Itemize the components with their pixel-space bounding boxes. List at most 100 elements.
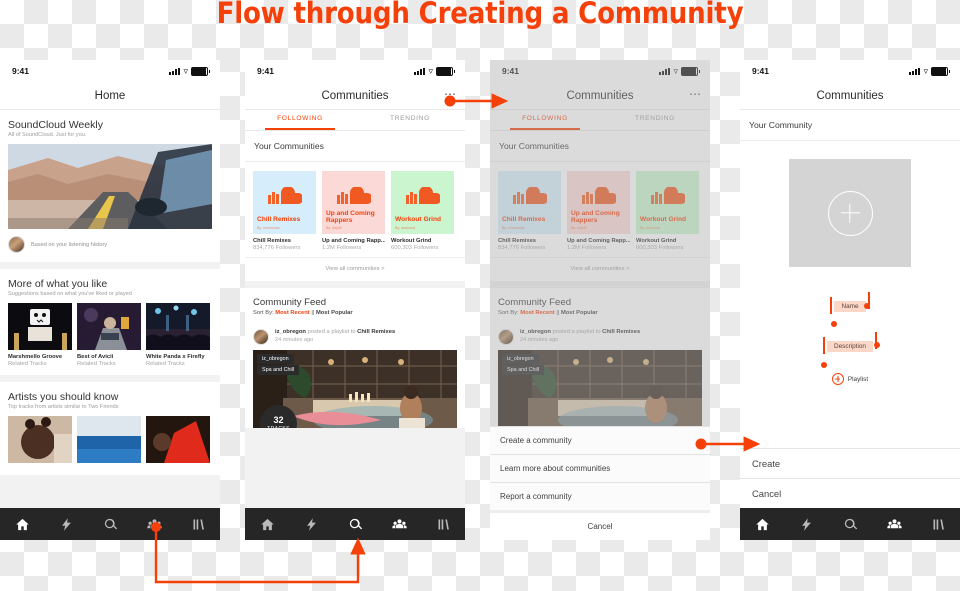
tab-search[interactable] bbox=[333, 517, 377, 532]
community-tile[interactable]: Up and Coming Rappers By: deji49 bbox=[567, 171, 630, 234]
signal-icon bbox=[659, 67, 671, 75]
community-feed-header: Community Feed bbox=[253, 297, 327, 308]
section-heading: SoundCloud Weekly bbox=[8, 119, 103, 131]
communities-scroll[interactable]: Your Communities Chill Remixes By: river… bbox=[245, 131, 465, 540]
tab-home[interactable] bbox=[740, 517, 784, 532]
community-image-placeholder[interactable] bbox=[789, 159, 911, 267]
community-card[interactable]: Up and Coming Rappers By: deji49 Up and … bbox=[322, 171, 385, 251]
list-item[interactable]: Marshmello Groove Related Tracks bbox=[8, 303, 72, 367]
tile-name: Workout Grind bbox=[395, 216, 442, 224]
view-all-communities-link[interactable]: View all communities > bbox=[245, 257, 465, 281]
tab-home[interactable] bbox=[245, 517, 289, 532]
plus-icon bbox=[827, 190, 873, 236]
tab-search[interactable] bbox=[88, 517, 132, 532]
nav-title-home: Home bbox=[0, 82, 220, 110]
feed-post-header[interactable]: iz_obregon posted a playlist to Chill Re… bbox=[490, 323, 710, 350]
hero-image-desert-road[interactable] bbox=[8, 144, 212, 229]
overflow-menu-icon[interactable]: ⋯ bbox=[444, 88, 457, 100]
artwork-avicii bbox=[77, 303, 141, 350]
community-card[interactable]: Chill Remixes By: riverscurls Chill Remi… bbox=[498, 171, 561, 251]
wifi-icon: ▿ bbox=[428, 65, 433, 76]
sort-option-active[interactable]: Most Recent bbox=[275, 310, 309, 316]
post-target[interactable]: Chill Remixes bbox=[357, 329, 395, 335]
card-your-communities: Your Communities Chill Remixes By: river… bbox=[245, 131, 465, 281]
tab-community[interactable] bbox=[377, 517, 421, 532]
field-name-label: Name bbox=[830, 292, 870, 314]
feed-post-header[interactable]: iz_obregon posted a playlist to Chill Re… bbox=[245, 323, 465, 350]
community-card[interactable]: Workout Grind By: ammond Workout Grind 6… bbox=[391, 171, 454, 251]
item-title: White Panda x Firefly bbox=[146, 354, 205, 360]
home-scroll[interactable]: SoundCloud Weekly All of SoundCloud. Jus… bbox=[0, 110, 220, 540]
tab-library[interactable] bbox=[421, 517, 465, 532]
community-followers: 600,303 Followers bbox=[636, 245, 684, 251]
post-line: iz_obregon posted a playlist to Chill Re… bbox=[275, 329, 395, 335]
plus-circle-icon bbox=[831, 373, 844, 385]
field-name[interactable]: Name bbox=[740, 292, 960, 314]
community-tile[interactable]: Chill Remixes By: riverscurls bbox=[253, 171, 316, 234]
tab-following[interactable]: FOLLOWING bbox=[245, 110, 355, 130]
item-title: Marshmello Groove bbox=[8, 354, 63, 360]
card-artists-you-should-know[interactable]: Artists you should know Top tracks from … bbox=[0, 382, 220, 475]
view-all-communities-link[interactable]: View all communities > bbox=[490, 257, 710, 281]
list-item[interactable] bbox=[8, 416, 72, 467]
tab-home[interactable] bbox=[0, 517, 44, 532]
community-card[interactable]: Chill Remixes By: riverscurls Chill Remi… bbox=[253, 171, 316, 251]
sheet-item-cancel[interactable]: Cancel bbox=[490, 510, 710, 540]
sheet-item-create-community[interactable]: Create a community bbox=[490, 426, 710, 454]
field-description-label: Description bbox=[823, 332, 877, 354]
community-card[interactable]: Workout Grind By: ammond Workout Grind 6… bbox=[636, 171, 699, 251]
tab-feed[interactable] bbox=[44, 517, 88, 532]
community-followers: 1.2M Followers bbox=[322, 245, 362, 251]
post-target[interactable]: Chill Remixes bbox=[602, 329, 640, 335]
card-more-of-what-you-like[interactable]: More of what you like Suggestions based … bbox=[0, 269, 220, 375]
tile-byline: By: riverscurls bbox=[257, 226, 280, 230]
tab-community[interactable] bbox=[132, 517, 176, 532]
wifi-icon: ▿ bbox=[923, 65, 928, 76]
list-item[interactable] bbox=[146, 416, 210, 467]
list-item[interactable]: White Panda x Firefly Related Tracks bbox=[146, 303, 210, 367]
sort-by-row[interactable]: Sort By: Most Recent || Most Popular bbox=[245, 308, 465, 323]
overflow-menu-icon[interactable]: ⋯ bbox=[689, 88, 702, 100]
tab-trending[interactable]: TRENDING bbox=[355, 110, 465, 130]
post-artwork[interactable]: iz_obregon Spa and Chill bbox=[498, 350, 702, 428]
sort-option-active[interactable]: Most Recent bbox=[520, 310, 554, 316]
sheet-item-learn-more[interactable]: Learn more about communities bbox=[490, 454, 710, 482]
action-sheet: Create a community Learn more about comm… bbox=[490, 426, 710, 540]
tab-search[interactable] bbox=[828, 517, 872, 532]
community-tile[interactable]: Up and Coming Rappers By: deji49 bbox=[322, 171, 385, 234]
post-artwork[interactable]: iz_obregon Spa and Chill 32 TRACKS bbox=[253, 350, 457, 428]
community-tile[interactable]: Workout Grind By: ammond bbox=[391, 171, 454, 234]
cancel-button[interactable]: Cancel bbox=[740, 478, 960, 508]
artwork-artist-3 bbox=[146, 416, 210, 463]
search-icon bbox=[104, 518, 117, 529]
list-item[interactable]: Best of Avicii Related Tracks bbox=[77, 303, 141, 367]
page-title: Flow through Creating a Community bbox=[216, 0, 744, 30]
tab-library[interactable] bbox=[176, 517, 220, 532]
byline-text: Based on your listening history bbox=[31, 241, 108, 248]
tab-community[interactable] bbox=[872, 517, 916, 532]
post-user[interactable]: iz_obregon bbox=[275, 329, 306, 335]
add-playlist-row[interactable]: Playlist bbox=[740, 373, 960, 385]
community-tile[interactable]: Chill Remixes By: riverscurls bbox=[498, 171, 561, 234]
community-tile[interactable]: Workout Grind By: ammond bbox=[636, 171, 699, 234]
community-card[interactable]: Up and Coming Rappers By: deji49 Up and … bbox=[567, 171, 630, 251]
create-button[interactable]: Create bbox=[740, 448, 960, 478]
sort-option-other[interactable]: Most Popular bbox=[316, 310, 353, 316]
tab-trending[interactable]: TRENDING bbox=[600, 110, 710, 130]
sheet-item-report-community[interactable]: Report a community bbox=[490, 482, 710, 510]
tile-name: Workout Grind bbox=[640, 216, 687, 224]
tab-feed[interactable] bbox=[784, 517, 828, 532]
tab-following[interactable]: FOLLOWING bbox=[490, 110, 600, 130]
list-item[interactable] bbox=[77, 416, 141, 467]
tab-feed[interactable] bbox=[289, 517, 333, 532]
post-user[interactable]: iz_obregon bbox=[520, 329, 551, 335]
nav-title-communities: Communities bbox=[740, 82, 960, 110]
tab-library[interactable] bbox=[916, 517, 960, 532]
bottom-tab-bar bbox=[245, 508, 465, 540]
community-followers: 600,303 Followers bbox=[391, 245, 439, 251]
community-name: Workout Grind bbox=[391, 238, 432, 244]
sort-option-other[interactable]: Most Popular bbox=[561, 310, 598, 316]
card-soundcloud-weekly[interactable]: SoundCloud Weekly All of SoundCloud. Jus… bbox=[0, 110, 220, 262]
field-description[interactable]: Description bbox=[740, 332, 960, 354]
sort-by-row[interactable]: Sort By: Most Recent || Most Popular bbox=[490, 308, 710, 323]
